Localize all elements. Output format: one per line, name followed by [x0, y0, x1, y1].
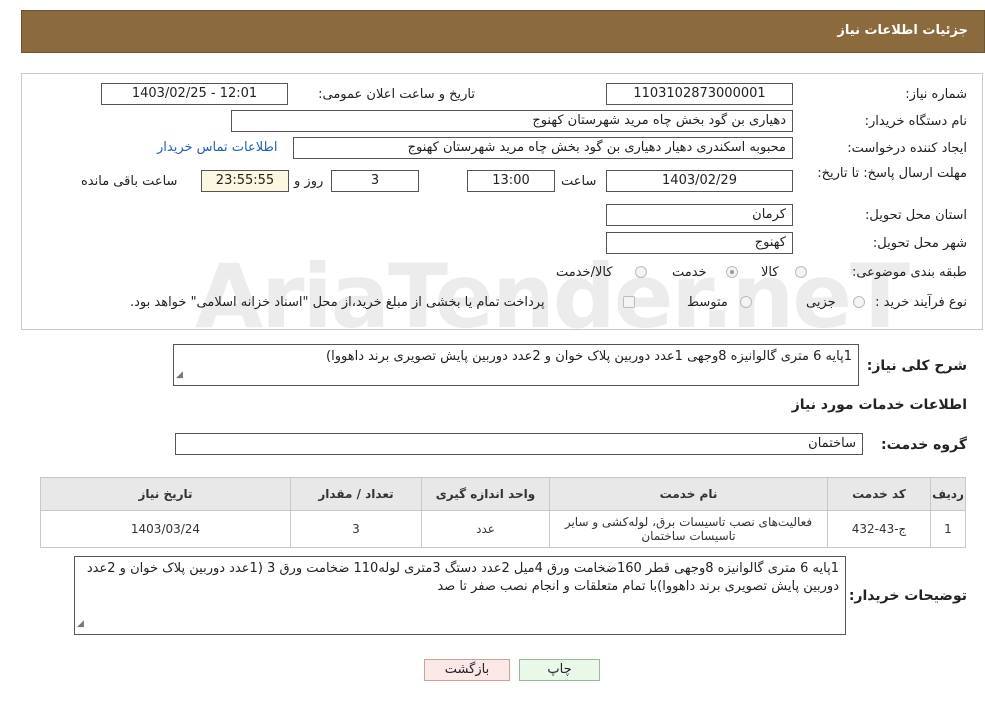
service-group-label: گروه خدمت:	[881, 437, 967, 453]
purchase-medium-radio[interactable]	[740, 296, 752, 308]
announce-datetime-field[interactable]: 1403/02/25 - 12:01	[101, 83, 288, 105]
col-quantity: تعداد / مقدار	[290, 477, 422, 511]
page-title: جزئیات اطلاعات نیاز	[837, 23, 968, 38]
cell-need-date: 1403/03/24	[40, 510, 291, 548]
buyer-notes-label: توضیحات خریدار:	[848, 588, 967, 604]
buyer-notes-textarea[interactable]: 1پایه 6 متری گالوانیزه 8وجهی قطر 160ضخام…	[74, 556, 846, 635]
table-header-row: ردیف کد خدمت نام خدمت واحد اندازه گیری ت…	[40, 477, 966, 511]
summary-label: شرح کلی نیاز:	[866, 358, 967, 374]
category-goods-label: کالا	[761, 265, 779, 280]
col-unit: واحد اندازه گیری	[421, 477, 550, 511]
deadline-time-field[interactable]: 13:00	[467, 170, 555, 192]
cell-service-name: فعالیت‌های نصب تاسیسات برق، لوله‌کشی و س…	[549, 510, 828, 548]
announce-datetime-label: تاریخ و ساعت اعلان عمومی:	[318, 87, 475, 102]
days-label: روز و	[294, 174, 324, 189]
need-number-label: شماره نیاز:	[905, 87, 967, 102]
buyer-contact-link[interactable]: اطلاعات تماس خریدار	[157, 140, 277, 155]
page-header: جزئیات اطلاعات نیاز	[21, 10, 985, 53]
purchase-type-label: نوع فرآیند خرید :	[875, 295, 967, 310]
cell-unit: عدد	[421, 510, 550, 548]
treasury-docs-checkbox[interactable]	[623, 296, 635, 308]
print-button[interactable]: چاپ	[519, 659, 600, 681]
resize-handle-icon[interactable]: ◢	[77, 615, 84, 633]
col-row-number: ردیف	[930, 477, 966, 511]
cell-service-code: ج-43-432	[827, 510, 931, 548]
summary-textarea[interactable]: 1پایه 6 متری گالوانیزه 8وجهی 1عدد دوربین…	[173, 344, 859, 386]
table-row: 1 ج-43-432 فعالیت‌های نصب تاسیسات برق، ل…	[40, 510, 966, 548]
category-label: طبقه بندی موضوعی:	[851, 265, 967, 280]
cell-row-number: 1	[930, 510, 966, 548]
category-goods-radio[interactable]	[795, 266, 807, 278]
buyer-notes-text: 1پایه 6 متری گالوانیزه 8وجهی قطر 160ضخام…	[86, 561, 839, 594]
summary-text: 1پایه 6 متری گالوانیزه 8وجهی 1عدد دوربین…	[326, 349, 852, 364]
deadline-label: مهلت ارسال پاسخ: تا تاریخ:	[817, 166, 967, 181]
service-group-field[interactable]: ساختمان	[175, 433, 863, 455]
col-service-name: نام خدمت	[549, 477, 828, 511]
days-remaining-field[interactable]: 3	[331, 170, 419, 192]
time-remaining-label: ساعت باقی مانده	[81, 174, 178, 189]
services-section-title: اطلاعات خدمات مورد نیاز	[791, 397, 967, 413]
purchase-minor-radio[interactable]	[853, 296, 865, 308]
cell-quantity: 3	[290, 510, 422, 548]
province-field[interactable]: کرمان	[606, 204, 793, 226]
purchase-minor-label: جزیی	[806, 295, 836, 310]
purchase-medium-label: متوسط	[687, 295, 728, 310]
col-need-date: تاریخ نیاز	[40, 477, 291, 511]
deadline-date-field[interactable]: 1403/02/29	[606, 170, 793, 192]
requester-label: ایجاد کننده درخواست:	[847, 141, 967, 156]
requester-field[interactable]: محبوبه اسکندری دهیار دهیاری بن گود بخش چ…	[293, 137, 793, 159]
deadline-time-label: ساعت	[561, 174, 597, 189]
time-remaining-field: 23:55:55	[201, 170, 289, 192]
back-button[interactable]: بازگشت	[424, 659, 510, 681]
category-goods-service-radio[interactable]	[635, 266, 647, 278]
treasury-docs-note: پرداخت تمام یا بخشی از مبلغ خرید،از محل …	[130, 295, 545, 310]
province-label: استان محل تحویل:	[865, 208, 967, 223]
category-service-radio[interactable]	[726, 266, 738, 278]
category-goods-service-label: کالا/خدمت	[556, 265, 613, 280]
services-table: ردیف کد خدمت نام خدمت واحد اندازه گیری ت…	[40, 477, 966, 548]
category-service-label: خدمت	[672, 265, 707, 280]
col-service-code: کد خدمت	[827, 477, 931, 511]
buyer-org-field[interactable]: دهیاری بن گود بخش چاه مرید شهرستان کهنوج	[231, 110, 793, 132]
need-number-field[interactable]: 1103102873000001	[606, 83, 793, 105]
city-field[interactable]: کهنوج	[606, 232, 793, 254]
resize-handle-icon[interactable]: ◢	[176, 366, 183, 384]
buyer-org-label: نام دستگاه خریدار:	[864, 114, 967, 129]
city-label: شهر محل تحویل:	[872, 236, 967, 251]
